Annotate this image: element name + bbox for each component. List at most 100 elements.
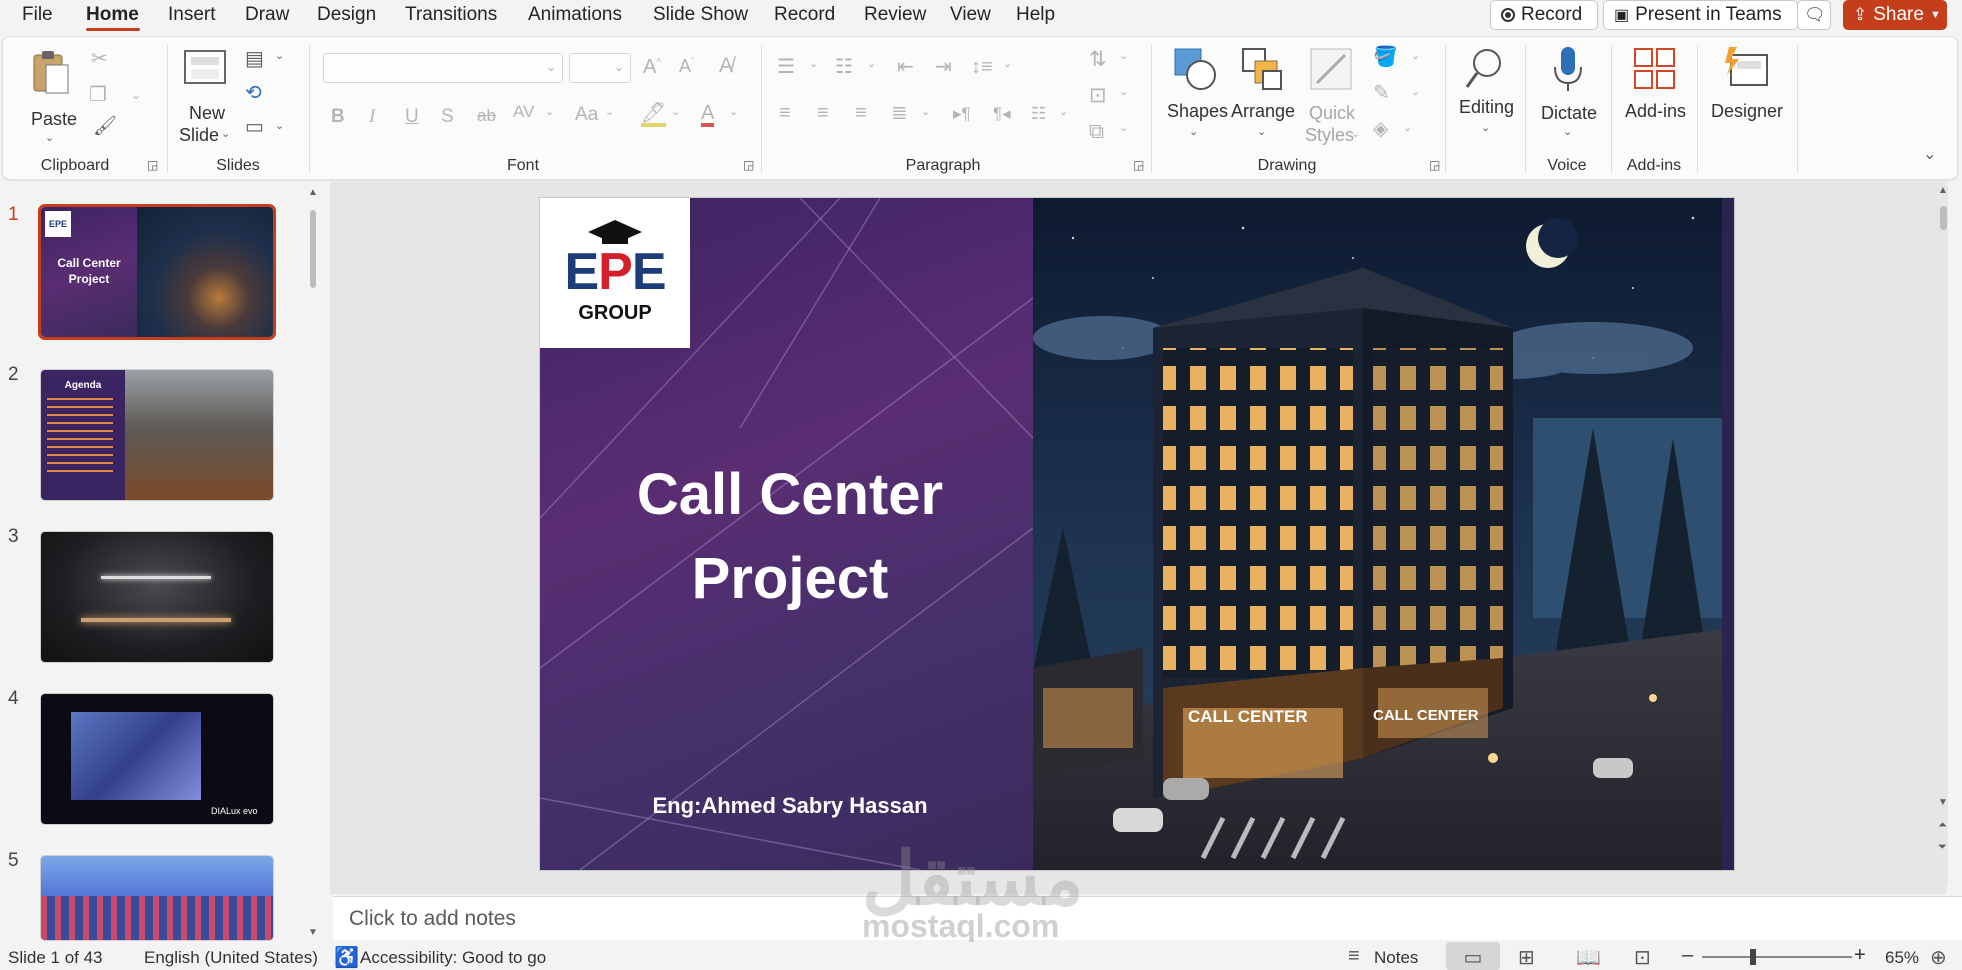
chevron-down-icon[interactable]: ⌄ [545,107,554,118]
reading-view-icon[interactable]: 📖 [1576,945,1601,970]
shape-fill-icon[interactable]: 🪣 [1373,47,1398,67]
clear-formatting-icon[interactable]: A̸ [719,55,733,76]
font-color-icon[interactable]: A [701,103,715,127]
slide-thumbnail-3[interactable] [41,532,273,662]
chevron-down-icon[interactable]: ⌄ [1059,107,1068,118]
numbering-icon[interactable]: ☷ [835,57,853,77]
quick-styles-button[interactable]: Quick Styles ⌄ [1299,41,1361,151]
tab-design[interactable]: Design [317,4,376,26]
notes-placeholder[interactable]: Click to add notes [349,907,516,931]
increase-font-size-icon[interactable]: A^ [643,57,661,77]
decrease-font-size-icon[interactable]: Aˇ [679,57,694,75]
zoom-level[interactable]: 65% [1885,948,1919,968]
notes-toggle[interactable]: Notes [1374,948,1418,968]
chevron-down-icon[interactable]: ⌄ [921,107,930,118]
bullets-icon[interactable]: ☰ [777,57,795,77]
next-slide-icon[interactable]: ⏷ [1938,842,1947,853]
share-button[interactable]: ⇪ Share ▼ [1843,0,1947,30]
underline-icon[interactable]: U [405,107,419,126]
align-text-icon[interactable]: ⊡ [1089,85,1107,106]
copy-icon[interactable]: ❐ [89,85,107,105]
ltr-icon[interactable]: ▸¶ [953,105,971,122]
italic-icon[interactable]: I [369,107,375,126]
slide-thumbnail-1[interactable]: EPE Call Center Project [41,207,273,337]
cut-icon[interactable]: ✂ [91,49,108,69]
tab-draw[interactable]: Draw [245,4,289,26]
bold-icon[interactable]: B [331,107,345,126]
scrollbar-thumb[interactable] [1940,206,1947,230]
align-right-icon[interactable]: ≡ [855,103,867,123]
notes-pane[interactable]: Click to add notes [333,896,1962,940]
fit-to-window-icon[interactable]: ⊕ [1930,945,1947,970]
present-in-teams-button[interactable]: ▣ Present in Teams [1603,0,1798,30]
font-size-combo[interactable]: ⌄ [569,53,631,83]
columns-icon[interactable]: ☷ [1031,105,1046,122]
normal-view-icon[interactable]: ▭ [1446,942,1500,970]
section-icon[interactable]: ▭ [245,117,264,137]
chevron-down-icon[interactable]: ⌄ [275,121,284,132]
scroll-up-icon[interactable]: ▲ [1938,186,1948,196]
text-direction-icon[interactable]: ⇅ [1089,49,1107,70]
slide-scrollbar[interactable]: ▲ ▼ ⏶ ⏷ [1938,186,1948,886]
character-spacing-icon[interactable]: AV [513,103,534,120]
tab-help[interactable]: Help [1016,4,1055,26]
tab-view[interactable]: View [950,4,991,26]
chevron-down-icon[interactable]: ⌄ [275,51,284,62]
building-night-image[interactable]: CALL CENTER CALL CENTER [1023,198,1733,870]
chevron-down-icon[interactable]: ⌄ [1119,123,1128,134]
highlight-icon[interactable]: 🖊 [641,103,667,127]
line-spacing-icon[interactable]: ↕≡ [971,57,993,77]
smartart-icon[interactable]: ⧉ [1089,121,1104,142]
tab-file[interactable]: File [22,4,53,26]
designer-button[interactable]: Designer [1705,41,1789,141]
zoom-in-button[interactable]: + [1854,944,1866,967]
chevron-down-icon[interactable]: ⌄ [1003,59,1012,70]
scroll-down-icon[interactable]: ▼ [1938,798,1948,808]
reset-icon[interactable]: ⟲ [245,83,262,103]
strikethrough-icon[interactable]: ab [477,107,496,124]
zoom-slider-thumb[interactable] [1750,949,1756,965]
slide-author[interactable]: Eng:Ahmed Sabry Hassan [580,793,1000,819]
chevron-down-icon[interactable]: ⌄ [1119,51,1128,62]
chevron-down-icon[interactable]: ⌄ [1411,51,1420,62]
chevron-down-icon[interactable]: ⌄ [1403,123,1412,134]
chevron-down-icon[interactable]: ⌄ [1411,87,1420,98]
shape-effects-icon[interactable]: ◈ [1373,119,1388,139]
scroll-up-icon[interactable]: ▲ [308,188,318,198]
add-ins-button[interactable]: Add-ins [1617,41,1693,141]
thumbnail-scrollbar[interactable]: ▲ ▼ [308,188,318,938]
chevron-down-icon[interactable]: ⌄ [809,59,818,70]
tab-animations[interactable]: Animations [528,4,622,26]
align-left-icon[interactable]: ≡ [779,103,791,123]
zoom-slider[interactable] [1702,949,1852,965]
arrange-button[interactable]: Arrange ⌄ [1229,41,1299,151]
editing-button[interactable]: Editing ⌄ [1453,41,1517,151]
change-case-icon[interactable]: Aa [575,105,598,124]
chevron-down-icon[interactable]: ⌄ [729,107,738,118]
dialog-launcher-icon[interactable]: ◲ [1429,159,1440,171]
chevron-down-icon[interactable]: ⌄ [671,107,680,118]
previous-slide-icon[interactable]: ⏶ [1938,820,1947,831]
tab-transitions[interactable]: Transitions [405,4,497,26]
collapse-ribbon-icon[interactable]: ⌄ [1923,147,1936,163]
dialog-launcher-icon[interactable]: ◲ [743,159,754,171]
record-button[interactable]: Record [1490,0,1598,30]
tab-record[interactable]: Record [774,4,835,26]
slide-counter[interactable]: Slide 1 of 43 [8,948,103,968]
justify-icon[interactable]: ≣ [891,103,908,123]
dictate-button[interactable]: Dictate ⌄ [1533,41,1603,151]
shape-outline-icon[interactable]: ✎ [1373,83,1390,103]
slide-thumbnail-5[interactable] [41,856,273,940]
slideshow-icon[interactable]: ⊡ [1634,945,1651,970]
paste-button[interactable]: Paste ⌄ [25,47,79,147]
dialog-launcher-icon[interactable]: ◲ [147,159,158,171]
slide-thumbnail-2[interactable]: Agenda [41,370,273,500]
slide-title[interactable]: Call Center Project [580,453,1000,621]
scrollbar-thumb[interactable] [310,210,316,288]
tab-review[interactable]: Review [864,4,926,26]
chevron-down-icon[interactable]: ⌄ [867,59,876,70]
tab-insert[interactable]: Insert [168,4,216,26]
new-slide-button[interactable]: New Slide ⌄ [175,41,235,153]
language-indicator[interactable]: English (United States) [144,948,318,968]
accessibility-status[interactable]: Accessibility: Good to go [360,948,546,968]
